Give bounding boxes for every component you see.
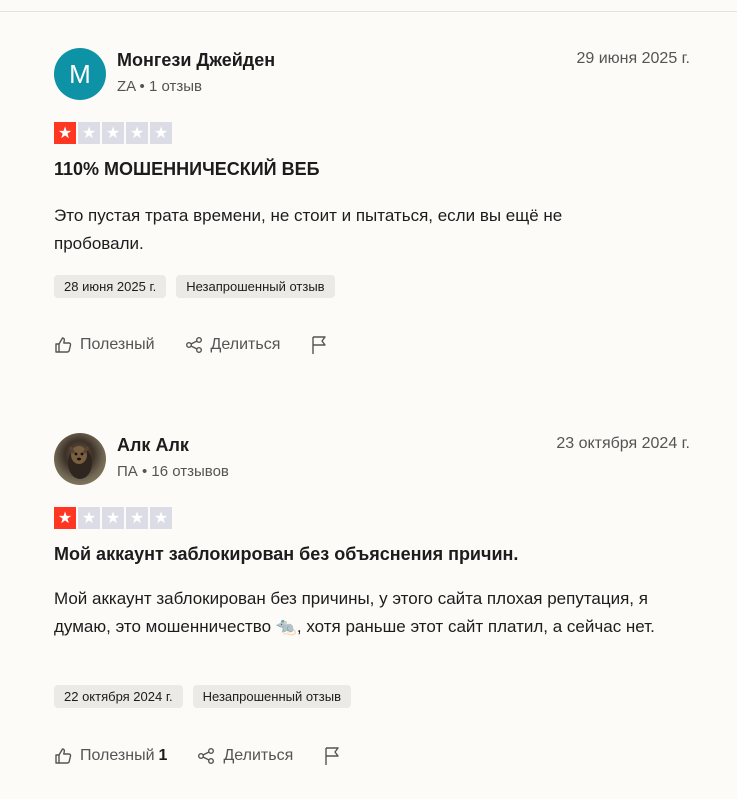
author-name[interactable]: Монгези Джейден <box>117 50 275 71</box>
useful-label: Полезный <box>80 336 155 353</box>
meta-separator: • <box>141 463 152 480</box>
star-icon: ★ <box>54 122 76 144</box>
useful-button[interactable]: Полезный 1 <box>54 745 167 767</box>
avatar[interactable]: M <box>54 48 106 100</box>
report-button[interactable] <box>323 745 341 767</box>
star-icon: ★ <box>126 507 148 529</box>
review-date: 29 июня 2025 г. <box>576 50 691 67</box>
star-icon: ★ <box>150 507 172 529</box>
star-icon: ★ <box>126 122 148 144</box>
star-icon: ★ <box>102 122 124 144</box>
share-button[interactable]: Делиться <box>197 745 293 767</box>
review-actions: Полезный Делиться <box>54 334 358 356</box>
experience-date-badge: 22 октября 2024 г. <box>54 685 183 708</box>
author-review-count: 1 отзыв <box>148 78 202 95</box>
star-icon: ★ <box>78 507 100 529</box>
review-date: 23 октября 2024 г. <box>556 435 690 452</box>
dog-photo-icon <box>68 446 92 479</box>
review-title[interactable]: 110% МОШЕННИЧЕСКИЙ ВЕБ <box>54 159 320 180</box>
useful-label: Полезный <box>80 747 155 764</box>
review-title[interactable]: Мой аккаунт заблокирован без объяснения … <box>54 544 518 565</box>
useful-button[interactable]: Полезный <box>54 334 155 356</box>
thumbs-up-icon <box>55 748 72 764</box>
review-header: M Монгези Джейден ZA • 1 отзыв 29 июня 2… <box>54 48 690 102</box>
unprompted-review-badge[interactable]: Незапрошенный отзыв <box>192 685 351 708</box>
review-actions: Полезный 1 Делиться <box>54 745 371 767</box>
review-text: Мой аккаунт заблокирован без причины, у … <box>54 589 655 636</box>
author-meta: ZA • 1 отзыв <box>117 78 202 95</box>
thumbs-up-icon <box>55 337 72 353</box>
author-review-count: 16 отзывов <box>151 463 229 480</box>
star-icon: ★ <box>54 507 76 529</box>
experience-date-badge: 28 июня 2025 г. <box>54 275 167 298</box>
flag-icon <box>312 336 327 354</box>
share-icon <box>185 337 202 353</box>
share-button[interactable]: Делиться <box>185 334 281 356</box>
unprompted-review-badge[interactable]: Незапрошенный отзыв <box>176 275 335 298</box>
avatar-letter: M <box>69 58 91 89</box>
review-card: M Монгези Джейден ZA • 1 отзыв 29 июня 2… <box>54 48 690 354</box>
flag-icon <box>325 747 339 765</box>
author-name[interactable]: Алк Алк <box>117 435 189 456</box>
star-rating: ★ ★ ★ ★ ★ <box>54 122 172 144</box>
star-icon: ★ <box>150 122 172 144</box>
review-header: Алк Алк ПА • 16 отзывов 23 октября 2024 … <box>54 433 690 487</box>
meta-separator: • <box>139 78 149 95</box>
share-label: Делиться <box>210 336 281 353</box>
review-card: Алк Алк ПА • 16 отзывов 23 октября 2024 … <box>54 433 690 765</box>
report-button[interactable] <box>310 334 328 356</box>
share-label: Делиться <box>223 747 294 764</box>
top-divider <box>0 0 737 12</box>
useful-count: 1 <box>158 747 168 764</box>
author-meta: ПА • 16 отзывов <box>117 463 229 480</box>
author-country: ПА <box>117 463 138 480</box>
share-icon <box>198 748 215 764</box>
star-icon: ★ <box>102 507 124 529</box>
avatar[interactable] <box>54 433 106 485</box>
star-icon: ★ <box>78 122 100 144</box>
review-tags: 22 октября 2024 г. Незапрошенный отзыв <box>54 685 351 708</box>
review-tags: 28 июня 2025 г. Незапрошенный отзыв <box>54 275 335 298</box>
author-country: ZA <box>117 78 136 95</box>
star-rating: ★ ★ ★ ★ ★ <box>54 507 172 529</box>
review-text: Это пустая трата времени, не стоит и пыт… <box>54 206 563 253</box>
